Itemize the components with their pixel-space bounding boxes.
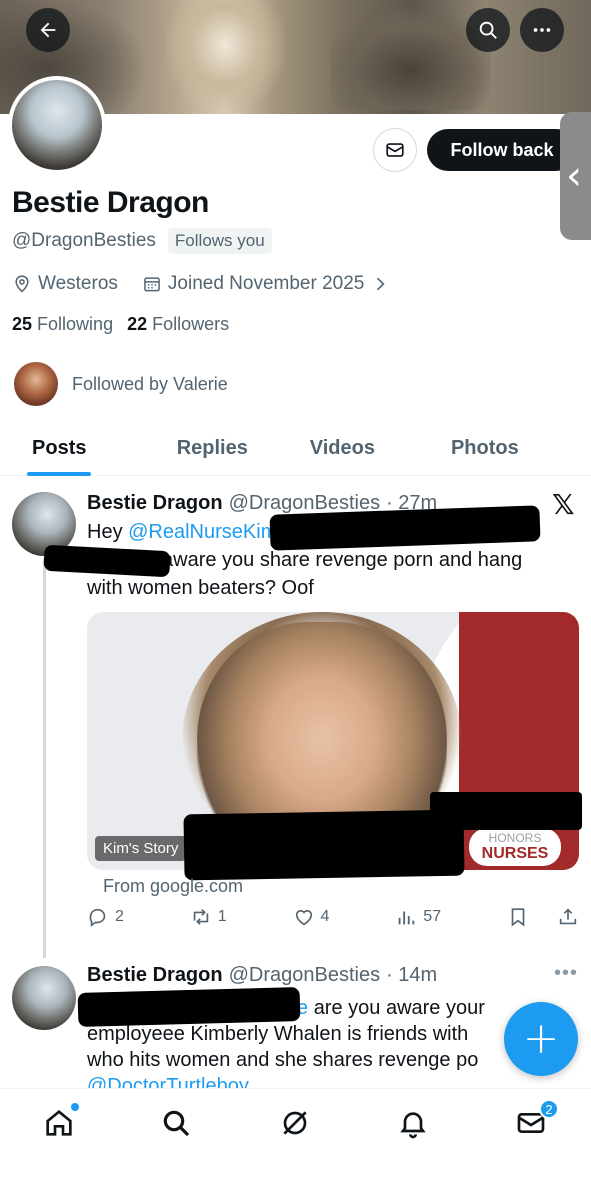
reply-icon: [89, 908, 106, 927]
mention-link[interactable]: @RealNurseKim: [128, 521, 277, 543]
calendar-icon: [144, 277, 160, 292]
post-avatar[interactable]: [12, 966, 76, 1030]
back-button[interactable]: [26, 8, 70, 52]
followed-by[interactable]: Followed by Valerie: [14, 362, 228, 406]
nav-grok[interactable]: [277, 1105, 313, 1141]
tab-posts[interactable]: Posts: [0, 420, 119, 476]
following-link[interactable]: 25 Following: [12, 314, 113, 335]
home-icon: [46, 1109, 72, 1136]
bookmark-icon[interactable]: [507, 906, 529, 928]
bell-icon: [400, 1112, 426, 1139]
like-icon: [295, 910, 312, 926]
chevron-left-icon: ‹: [566, 153, 582, 199]
like-button[interactable]: 4: [293, 906, 329, 928]
profile-joined: Joined November 2025: [167, 273, 365, 294]
profile-name: Bestie Dragon: [12, 186, 209, 219]
post-text-line: aware you share revenge porn and hang: [162, 549, 523, 571]
redaction: [183, 809, 465, 881]
grok-icon: [283, 1111, 307, 1135]
redaction: [43, 544, 171, 578]
more-icon: [533, 28, 551, 32]
card-badge: HONORS NURSES: [469, 828, 561, 866]
nav-home[interactable]: [41, 1103, 79, 1141]
chevron-right-icon[interactable]: [370, 274, 390, 294]
repost-button[interactable]: 1: [190, 906, 227, 928]
compose-button[interactable]: +: [504, 1002, 578, 1076]
mail-icon: [386, 143, 404, 157]
nav-notifications[interactable]: [395, 1105, 431, 1141]
messages-badge: 2: [539, 1099, 559, 1119]
bottom-nav: 2: [0, 1088, 591, 1200]
post-author-name[interactable]: Bestie Dragon: [87, 492, 223, 515]
mention-link[interactable]: @DoctorTurtleboy: [87, 1072, 249, 1088]
post-text-line: who hits women and she shares revenge po: [87, 1049, 479, 1071]
location-icon: [15, 275, 29, 293]
profile-tabs: Posts Replies Videos Photos: [0, 420, 591, 476]
post-text: Hey @RealNurseKim: [87, 521, 278, 543]
back-arrow-icon: [40, 22, 56, 38]
post-actions: 2 1 4 57: [87, 906, 579, 928]
follows-you-badge: Follows you: [167, 228, 272, 254]
card-title: Kim's Story: [95, 836, 187, 861]
plus-icon: +: [522, 1013, 560, 1064]
followed-by-text: Followed by Valerie: [72, 373, 228, 394]
follow-back-button[interactable]: Follow back: [427, 129, 577, 171]
post-text-line: with women beaters? Oof: [87, 577, 314, 599]
profile-location: Westeros: [38, 273, 118, 294]
search-icon: [163, 1110, 190, 1137]
views-button[interactable]: 57: [395, 906, 441, 928]
thread-line: [43, 558, 46, 958]
search-button[interactable]: [466, 8, 510, 52]
nav-search[interactable]: [158, 1105, 194, 1141]
profile-handle: @DragonBesties: [12, 230, 156, 251]
tab-replies[interactable]: Replies: [119, 420, 306, 476]
post-time: · 14m: [386, 964, 438, 986]
repost-icon: [193, 909, 209, 925]
profile-avatar[interactable]: [8, 76, 106, 174]
share-icon[interactable]: [557, 906, 579, 928]
x-logo-icon: 𝕏: [552, 488, 575, 521]
follower-avatar: [14, 362, 58, 406]
message-button[interactable]: [373, 128, 417, 172]
post-author-handle[interactable]: @DragonBesties: [229, 964, 380, 987]
followers-link[interactable]: 22 Followers: [127, 314, 229, 335]
reply-button[interactable]: 2: [87, 906, 124, 928]
side-panel-handle[interactable]: ‹: [560, 112, 591, 240]
tab-videos[interactable]: Videos: [306, 420, 379, 476]
more-button[interactable]: [520, 8, 564, 52]
search-icon: [479, 21, 497, 39]
nav-messages[interactable]: 2: [513, 1099, 559, 1141]
post-more-icon[interactable]: •••: [554, 962, 578, 985]
card-source[interactable]: From google.com: [103, 876, 243, 897]
post-author-name[interactable]: Bestie Dragon: [87, 964, 223, 987]
redaction: [77, 987, 301, 1027]
post-text-line: e are you aware your: [297, 997, 485, 1019]
views-icon: [398, 911, 415, 925]
tab-photos[interactable]: Photos: [379, 420, 591, 476]
